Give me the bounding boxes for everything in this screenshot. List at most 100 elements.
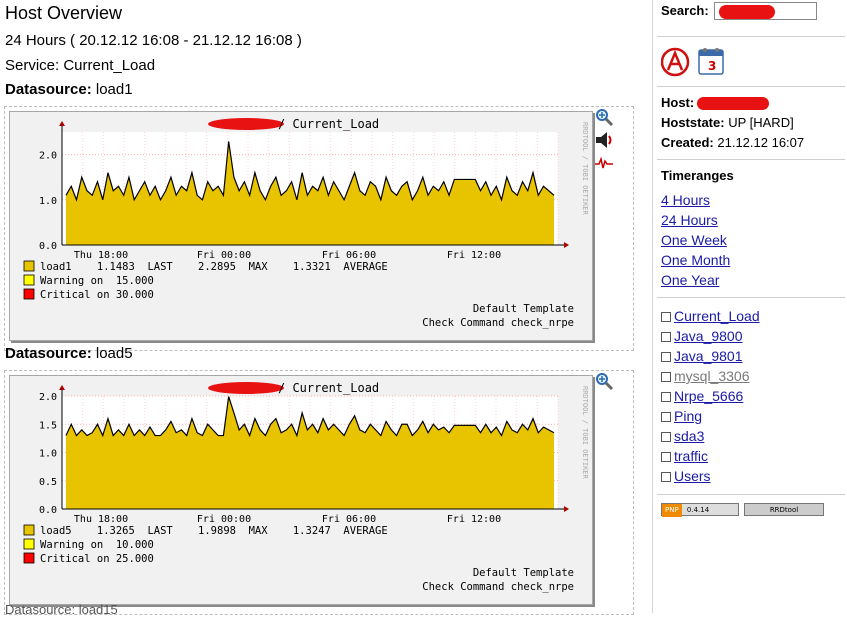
external-link-icon: [661, 392, 671, 402]
datasource-name: load1: [95, 81, 133, 98]
divider: [657, 159, 845, 160]
service-link-traffic[interactable]: traffic: [661, 448, 708, 464]
legend-text: Warning on 10.000: [40, 539, 154, 551]
divider: [657, 86, 845, 87]
next-datasource-heading: Datasource: load15: [5, 602, 118, 617]
timerange-link-year[interactable]: One Year: [661, 272, 719, 288]
legend-text: Critical on 25.000: [40, 553, 154, 565]
legend-swatch: [23, 288, 35, 300]
zoom-icon[interactable]: [594, 371, 614, 391]
legend-text: Critical on 30.000: [40, 289, 154, 301]
x-tick-label: Thu 18:00: [74, 250, 128, 261]
speaker-icon[interactable]: [594, 130, 614, 150]
y-tick-label: 0.0: [39, 241, 57, 252]
legend-swatch: [23, 260, 35, 272]
redaction-mark: [208, 118, 284, 130]
y-tick-label: 1.0: [39, 449, 57, 460]
service-link-users[interactable]: Users: [661, 468, 711, 484]
y-tick-label: 2.0: [39, 392, 57, 403]
datasource-heading-2: Datasource: load5: [5, 345, 133, 362]
pnp-badge[interactable]: PNP 0.4.14: [661, 503, 739, 517]
sidebar: Search: 3 Host: Hoststate: UP [HARD] Cre…: [652, 0, 847, 613]
y-tick-label: 1.5: [39, 420, 57, 431]
x-tick-label: Fri 06:00: [322, 250, 376, 261]
datasource-heading-1: Datasource: load1: [5, 81, 133, 98]
legend-swatch: [23, 538, 35, 550]
legend-text: load1 1.1483 LAST 2.2895 MAX 1.3321 AVER…: [40, 261, 388, 273]
timerange-link-24h[interactable]: 24 Hours: [661, 212, 718, 228]
x-tick-label: Thu 18:00: [74, 514, 128, 525]
y-tick-label: 0.5: [39, 477, 57, 488]
redaction-mark: [208, 382, 284, 394]
service-link-sda3[interactable]: sda3: [661, 428, 704, 444]
rrdtool-badge[interactable]: RRDtool: [744, 503, 824, 516]
template-line: Default Template: [473, 567, 574, 579]
legend-swatch: [23, 552, 35, 564]
redaction-mark: [697, 97, 769, 110]
timerange-link-month[interactable]: One Month: [661, 252, 730, 268]
main-content: Host Overview 24 Hours ( 20.12.12 16:08 …: [0, 0, 640, 617]
graph-svg-1: 2.0 1.0 0.0 Thu 18:00 Fri 00:00 Fri 06:00 Fri …: [23, 117, 589, 329]
host-row: Host:: [661, 95, 695, 110]
divider: [657, 297, 845, 298]
graph-icons-1: [594, 107, 618, 176]
template-line: Default Template: [473, 303, 574, 315]
external-link-icon: [661, 372, 671, 382]
pulse-icon[interactable]: [594, 153, 614, 173]
search-label: Search:: [661, 3, 709, 18]
external-link-icon: [661, 352, 671, 362]
x-tick-label: Fri 06:00: [322, 514, 376, 525]
service-link-java-9801[interactable]: Java_9801: [661, 348, 743, 364]
graph-panel-1: 2.0 1.0 0.0 Thu 18:00 Fri 00:00 Fri 06:00 Fri …: [4, 106, 634, 351]
graph-title: / Current_Load: [278, 117, 379, 131]
x-tick-label: Fri 12:00: [447, 514, 501, 525]
timerange-link-week[interactable]: One Week: [661, 232, 727, 248]
hoststate-row: Hoststate: UP [HARD]: [661, 115, 794, 130]
external-link-icon: [661, 452, 671, 462]
y-tick-label: 2.0: [39, 151, 57, 162]
graph-title: / Current_Load: [278, 381, 379, 395]
x-tick-label: Fri 00:00: [197, 250, 251, 261]
command-line: Check Command check_nrpe: [422, 317, 574, 329]
legend-text: Warning on 15.000: [40, 275, 154, 287]
x-tick-label: Fri 12:00: [447, 250, 501, 261]
service-link-java-9800[interactable]: Java_9800: [661, 328, 743, 344]
page-title: Host Overview: [5, 3, 123, 23]
service-link-mysql-3306[interactable]: mysql_3306: [661, 368, 750, 384]
rrdtool-watermark: RRDTOOL / TOBI OETIKER: [581, 122, 589, 216]
svg-text:3: 3: [708, 59, 716, 73]
x-axis-arrow: [564, 242, 569, 248]
external-link-icon: [661, 332, 671, 342]
datasource-label: Datasource:: [5, 345, 92, 362]
external-link-icon: [661, 412, 671, 422]
timerange-link-4h[interactable]: 4 Hours: [661, 192, 710, 208]
calendar-icon[interactable]: 3: [695, 44, 727, 78]
redaction-mark: [719, 5, 775, 19]
service-link-ping[interactable]: Ping: [661, 408, 702, 424]
timeranges-title: Timeranges: [661, 168, 734, 183]
divider: [657, 494, 845, 495]
y-tick-label: 0.0: [39, 505, 57, 516]
legend-swatch: [23, 524, 35, 536]
datasource-label: Datasource:: [5, 81, 92, 98]
y-tick-label: 1.0: [39, 196, 57, 207]
y-axis-arrow: [59, 121, 65, 126]
service-link-nrpe-5666[interactable]: Nrpe_5666: [661, 388, 743, 404]
external-link-icon: [661, 312, 671, 322]
legend-text: load5 1.3265 LAST 1.9898 MAX 1.3247 AVER…: [40, 525, 388, 537]
pdf-icon[interactable]: [661, 46, 691, 78]
x-tick-label: Fri 00:00: [197, 514, 251, 525]
graph-image-1[interactable]: 2.0 1.0 0.0 Thu 18:00 Fri 00:00 Fri 06:00 Fri …: [9, 111, 593, 341]
external-link-icon: [661, 432, 671, 442]
zoom-icon[interactable]: [594, 107, 614, 127]
graph-icons-2: [594, 371, 618, 394]
service-link-current-load[interactable]: Current_Load: [661, 308, 760, 324]
legend-swatch: [23, 274, 35, 286]
timerange-subtitle: 24 Hours ( 20.12.12 16:08 - 21.12.12 16:…: [5, 32, 302, 49]
rrdtool-watermark: RRDTOOL / TOBI OETIKER: [581, 386, 589, 480]
service-subtitle: Service: Current_Load: [5, 57, 156, 74]
y-axis-arrow: [59, 385, 65, 390]
graph-image-2[interactable]: 2.0 1.5 1.0 0.5 0.0 Thu 18:00 Fri 00:00 Fri 06:…: [9, 375, 593, 605]
datasource-name: load5: [95, 345, 133, 362]
external-link-icon: [661, 472, 671, 482]
